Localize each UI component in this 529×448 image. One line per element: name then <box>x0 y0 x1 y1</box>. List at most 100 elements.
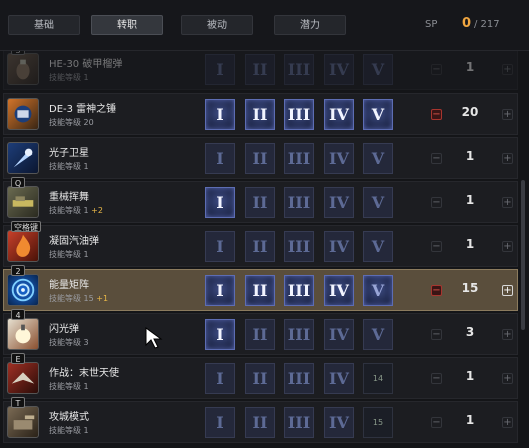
decrease-button[interactable]: − <box>431 285 442 296</box>
skill-list: 3 HE-30 破甲榴弹 技能等级 1 I II III IV V − 1 + … <box>0 51 529 448</box>
skill-row[interactable]: 4 闪光弹 技能等级 3 I II III IV V − 3 + <box>3 309 518 355</box>
rune-3[interactable]: III <box>284 54 314 85</box>
rune-2[interactable]: II <box>245 143 275 174</box>
rune-3[interactable]: III <box>284 231 314 262</box>
increase-button[interactable]: + <box>502 329 513 340</box>
rune-2[interactable]: II <box>245 54 275 85</box>
tab-passive[interactable]: 被动 <box>181 15 253 35</box>
skill-row[interactable]: 2 能量矩阵 技能等级 15 +1 I II III IV V − 15 + <box>3 265 518 311</box>
rune-1[interactable]: I <box>205 363 235 394</box>
increase-button[interactable]: + <box>502 373 513 384</box>
hotkey-badge: 空格键 <box>11 221 41 232</box>
increase-button[interactable]: + <box>502 285 513 296</box>
rune-4[interactable]: IV <box>324 231 354 262</box>
decrease-button[interactable]: − <box>431 153 442 164</box>
tab-basic[interactable]: 基础 <box>8 15 80 35</box>
rune-3[interactable]: III <box>284 143 314 174</box>
scrollbar[interactable] <box>521 180 525 330</box>
tab-advancement[interactable]: 转职 <box>91 15 163 35</box>
skill-row[interactable]: 光子卫星 技能等级 1 I II III IV V − 1 + <box>3 137 518 179</box>
decrease-button[interactable]: − <box>431 109 442 120</box>
increase-button[interactable]: + <box>502 197 513 208</box>
decrease-button[interactable]: − <box>431 329 442 340</box>
skill-points: 1 <box>465 413 475 427</box>
skill-row[interactable]: E 作战：末世天使 技能等级 1 I II III IV 14 − 1 + <box>3 353 518 399</box>
skill-name: DE-3 雷神之锤 <box>49 104 117 115</box>
locked-rune-slot: 14 <box>363 363 393 394</box>
skill-name: 光子卫星 <box>49 148 89 159</box>
rune-5[interactable]: V <box>363 231 393 262</box>
rune-1[interactable]: I <box>205 99 235 130</box>
rune-4[interactable]: IV <box>324 187 354 218</box>
rune-4[interactable]: IV <box>324 143 354 174</box>
rune-5[interactable]: V <box>363 319 393 350</box>
increase-button[interactable]: + <box>502 153 513 164</box>
rune-5[interactable]: V <box>363 99 393 130</box>
rune-1[interactable]: I <box>205 319 235 350</box>
rune-3[interactable]: III <box>284 407 314 438</box>
decrease-button[interactable]: − <box>431 417 442 428</box>
rune-2[interactable]: II <box>245 363 275 394</box>
hotkey-badge: 3 <box>11 51 25 55</box>
hotkey-badge: E <box>11 353 25 364</box>
rune-5[interactable]: V <box>363 143 393 174</box>
rune-1[interactable]: I <box>205 187 235 218</box>
rune-2[interactable]: II <box>245 99 275 130</box>
skill-level: 技能等级 1 <box>49 426 89 435</box>
satellite-icon <box>7 142 39 174</box>
rune-4[interactable]: IV <box>324 275 354 306</box>
skill-row[interactable]: Q 重械挥舞 技能等级 1 +2 I II III IV V − 1 + <box>3 177 518 223</box>
rune-5[interactable]: V <box>363 187 393 218</box>
rune-4[interactable]: IV <box>324 407 354 438</box>
rune-1[interactable]: I <box>205 54 235 85</box>
skill-level: 技能等级 1 <box>49 250 89 259</box>
rune-3[interactable]: III <box>284 319 314 350</box>
rune-4[interactable]: IV <box>324 54 354 85</box>
rune-1[interactable]: I <box>205 231 235 262</box>
rune-4[interactable]: IV <box>324 99 354 130</box>
decrease-button[interactable]: − <box>431 373 442 384</box>
skill-name: HE-30 破甲榴弹 <box>49 59 123 70</box>
skill-row[interactable]: T 攻城模式 技能等级 1 I II III IV 15 − 1 + <box>3 397 518 443</box>
napalm-icon <box>7 230 39 262</box>
hotkey-badge: 4 <box>11 309 25 320</box>
tab-potential[interactable]: 潜力 <box>274 15 346 35</box>
increase-button[interactable]: + <box>502 241 513 252</box>
rune-3[interactable]: III <box>284 99 314 130</box>
skill-points: 15 <box>461 281 479 295</box>
rune-1[interactable]: I <box>205 407 235 438</box>
decrease-button[interactable]: − <box>431 64 442 75</box>
rune-3[interactable]: III <box>284 187 314 218</box>
decrease-button[interactable]: − <box>431 241 442 252</box>
increase-button[interactable]: + <box>502 417 513 428</box>
skill-level: 技能等级 15 +1 <box>49 294 109 303</box>
skill-row[interactable]: 3 HE-30 破甲榴弹 技能等级 1 I II III IV V − 1 + <box>3 51 518 90</box>
rune-3[interactable]: III <box>284 275 314 306</box>
skill-row[interactable]: 空格键 凝固汽油弹 技能等级 1 I II III IV V − 1 + <box>3 221 518 267</box>
increase-button[interactable]: + <box>502 109 513 120</box>
siege-icon <box>7 406 39 438</box>
rune-5[interactable]: V <box>363 54 393 85</box>
skill-row[interactable]: DE-3 雷神之锤 技能等级 20 I II III IV V − 20 + <box>3 93 518 135</box>
rune-5[interactable]: V <box>363 275 393 306</box>
heavy-weapon-icon <box>7 186 39 218</box>
rune-1[interactable]: I <box>205 275 235 306</box>
flashbang-icon <box>7 318 39 350</box>
skill-name: 凝固汽油弹 <box>49 236 99 247</box>
rune-2[interactable]: II <box>245 275 275 306</box>
rune-2[interactable]: II <box>245 187 275 218</box>
locked-rune-slot: 15 <box>363 407 393 438</box>
rune-4[interactable]: IV <box>324 363 354 394</box>
skill-level: 技能等级 3 <box>49 338 89 347</box>
rune-1[interactable]: I <box>205 143 235 174</box>
rune-2[interactable]: II <box>245 407 275 438</box>
rune-3[interactable]: III <box>284 363 314 394</box>
skill-points: 1 <box>465 237 475 251</box>
skill-points: 1 <box>465 369 475 383</box>
skill-level: 技能等级 1 <box>49 382 89 391</box>
rune-2[interactable]: II <box>245 231 275 262</box>
rune-4[interactable]: IV <box>324 319 354 350</box>
decrease-button[interactable]: − <box>431 197 442 208</box>
rune-2[interactable]: II <box>245 319 275 350</box>
increase-button[interactable]: + <box>502 64 513 75</box>
